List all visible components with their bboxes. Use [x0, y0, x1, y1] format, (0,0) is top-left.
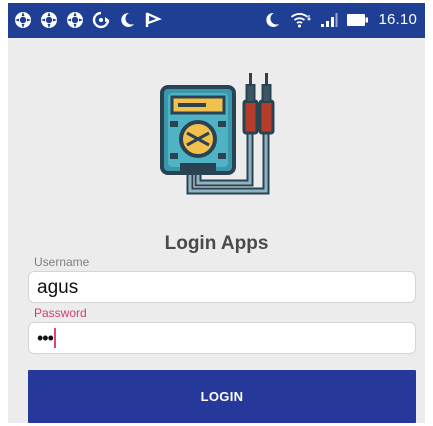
notification-icon	[15, 12, 31, 28]
multimeter-icon	[160, 73, 275, 195]
username-label: Username	[34, 255, 90, 269]
app-title: Login Apps	[164, 233, 269, 254]
wifi-icon	[291, 13, 312, 28]
text-cursor	[53, 328, 56, 348]
password-field-group: Password •••	[28, 306, 416, 354]
moon-icon	[121, 12, 134, 27]
username-value: agus	[37, 276, 79, 298]
username-input[interactable]: agus	[28, 271, 416, 303]
sync-icon	[92, 11, 110, 29]
status-time: 16.10	[378, 11, 417, 28]
password-label: Password	[34, 306, 87, 320]
password-value: •••	[37, 327, 54, 348]
status-left-icons	[14, 11, 162, 29]
password-input[interactable]: •••	[28, 322, 416, 354]
app-screen: 16.10 Login Apps Username agus Password …	[8, 3, 425, 423]
flag-icon	[145, 12, 162, 27]
username-field-group: Username agus	[28, 255, 416, 303]
signal-icon	[321, 13, 338, 27]
moon-icon	[266, 12, 280, 27]
battery-icon	[347, 14, 369, 26]
status-bar: 16.10	[8, 3, 425, 38]
notification-icon	[67, 12, 83, 28]
login-button[interactable]: LOGIN	[28, 370, 416, 423]
notification-icon	[41, 12, 57, 28]
status-right-icons: 16.10	[263, 11, 417, 29]
